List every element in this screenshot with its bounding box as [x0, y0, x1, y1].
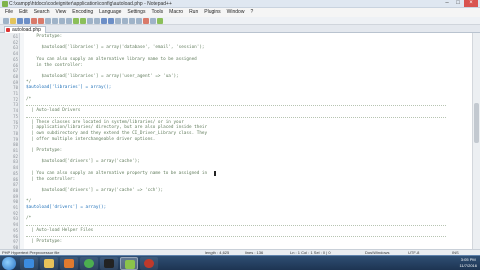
menu-item-language[interactable]: Language — [99, 8, 121, 17]
notepadpp-icon — [2, 1, 8, 7]
taskbar-media-icon[interactable] — [60, 257, 78, 270]
mouse-cursor-icon — [214, 170, 216, 176]
show-all-chars-icon[interactable] — [129, 17, 135, 24]
word-wrap-icon[interactable] — [122, 17, 128, 24]
window-title: C:\xampp\htdocs\codeigniter\application\… — [9, 1, 172, 7]
clock-date: 11/7/2016 — [459, 263, 478, 268]
menu-item-plugins[interactable]: Plugins — [204, 8, 220, 17]
tab-autoload[interactable]: autoload.php — [4, 26, 46, 33]
indent-guide-icon[interactable] — [136, 17, 142, 24]
menu-item-tools[interactable]: Tools — [151, 8, 163, 17]
comment-divider — [26, 116, 446, 118]
scrollbar-thumb[interactable] — [474, 103, 479, 143]
taskbar: 3:05 PM 11/7/2016 — [0, 255, 480, 270]
comment-divider — [26, 105, 446, 107]
window-controls: – □ × — [442, 0, 478, 7]
vertical-scrollbar[interactable] — [472, 33, 480, 249]
menu-item-run[interactable]: Run — [189, 8, 198, 17]
taskbar-explorer-icon[interactable] — [40, 257, 58, 270]
save-icon[interactable] — [17, 17, 23, 24]
replace-icon[interactable] — [94, 17, 100, 24]
new-file-icon[interactable] — [3, 17, 9, 24]
cut-icon[interactable] — [52, 17, 58, 24]
close-file-icon[interactable] — [31, 17, 37, 24]
menu-item-window[interactable]: Window — [227, 8, 245, 17]
print-icon[interactable] — [45, 17, 51, 24]
menu-item-search[interactable]: Search — [34, 8, 50, 17]
play-macro-icon[interactable] — [157, 17, 163, 24]
window-titlebar: C:\xampp\htdocs\codeigniter\application\… — [0, 0, 480, 8]
stop-macro-icon[interactable] — [150, 17, 156, 24]
paste-icon[interactable] — [66, 17, 72, 24]
taskbar-notepadpp-icon[interactable] — [120, 257, 138, 270]
code-editor[interactable]: 61 Prototype: 62 63 $autoload['libraries']… — [0, 33, 472, 249]
taskbar-cmd-icon[interactable] — [100, 257, 118, 270]
menu-item-view[interactable]: View — [56, 8, 67, 17]
menu-item-macro[interactable]: Macro — [169, 8, 183, 17]
start-button-icon[interactable] — [2, 257, 16, 270]
zoom-out-icon[interactable] — [108, 17, 114, 24]
open-file-icon[interactable] — [10, 17, 16, 24]
undo-icon[interactable] — [73, 17, 79, 24]
tab-bar: autoload.php — [0, 25, 480, 33]
menu-bar: File Edit Search View Encoding Language Settin… — [0, 8, 480, 17]
maximize-icon[interactable]: □ — [453, 0, 463, 7]
record-macro-icon[interactable] — [143, 17, 149, 24]
menu-item-encoding[interactable]: Encoding — [72, 8, 93, 17]
close-all-icon[interactable] — [38, 17, 44, 24]
system-clock[interactable]: 3:05 PM 11/7/2016 — [460, 257, 478, 269]
minimize-icon[interactable]: – — [442, 0, 452, 7]
comment-divider — [26, 236, 446, 238]
zoom-in-icon[interactable] — [101, 17, 107, 24]
close-icon[interactable]: × — [464, 0, 478, 7]
find-icon[interactable] — [87, 17, 93, 24]
comment-divider — [26, 224, 446, 226]
menu-item-edit[interactable]: Edit — [19, 8, 28, 17]
taskbar-ie-icon[interactable] — [20, 257, 38, 270]
menu-item-file[interactable]: File — [5, 8, 13, 17]
unsaved-file-icon — [6, 28, 10, 32]
menu-item-help[interactable]: ? — [250, 8, 253, 17]
taskbar-recorder-icon[interactable] — [140, 257, 158, 270]
copy-icon[interactable] — [59, 17, 65, 24]
taskbar-chrome-icon[interactable] — [80, 257, 98, 270]
sync-scroll-icon[interactable] — [115, 17, 121, 24]
save-all-icon[interactable] — [24, 17, 30, 24]
menu-item-settings[interactable]: Settings — [127, 8, 145, 17]
toolbar — [0, 17, 480, 25]
redo-icon[interactable] — [80, 17, 86, 24]
